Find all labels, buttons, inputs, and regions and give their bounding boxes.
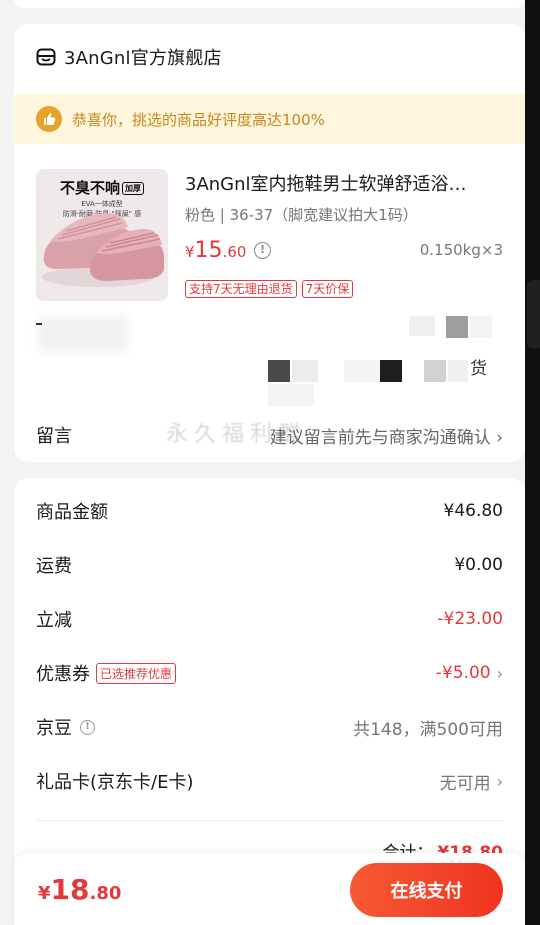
- coupon-label: 优惠券: [36, 664, 90, 685]
- giftcard-label: 礼品卡(京东卡/E卡): [36, 772, 194, 793]
- jingdou-row: 京豆 ! 共148，满500可用: [36, 714, 503, 740]
- discount-row: 立减 -¥23.00: [36, 606, 503, 632]
- giftcard-value-group: 无可用 ›: [440, 769, 503, 794]
- chevron-right-icon: ›: [496, 771, 503, 791]
- redacted-pixel-6: [292, 360, 318, 382]
- note-row[interactable]: 留言 建议留言前先与商家沟通确认 ›: [36, 422, 503, 448]
- goods-amount-label: 商品金额: [36, 502, 108, 523]
- product-image[interactable]: 不臭不响 加厚 EVA一体成型 防滑·耐磨·防臭 "踩屎" 感: [36, 169, 168, 301]
- shop-header[interactable]: 3AnGnl官方旗舰店: [36, 44, 222, 70]
- tag-price-protect: 7天价保: [301, 280, 354, 298]
- coupon-value-group: -¥5.00 ›: [436, 663, 503, 683]
- congrats-text: 恭喜你，挑选的商品好评度高达100%: [72, 110, 325, 129]
- summary-divider: [36, 820, 503, 821]
- redacted-pixel-8: [380, 360, 402, 382]
- coupon-value: -¥5.00: [435, 663, 491, 683]
- pay-online-button[interactable]: 在线支付: [350, 863, 503, 917]
- redacted-pixel-5: [268, 360, 290, 382]
- redacted-pixel-9: [424, 360, 446, 382]
- jingdou-label-group: 京豆 !: [36, 714, 95, 740]
- price-decimal: .60: [222, 243, 247, 261]
- price-integer: 15: [194, 238, 223, 263]
- right-edge-strip: [525, 0, 540, 925]
- giftcard-row[interactable]: 礼品卡(京东卡/E卡) 无可用 ›: [36, 768, 503, 794]
- shipping-label: 运费: [36, 556, 72, 577]
- redacted-pixel-1: [36, 323, 42, 325]
- discount-label: 立减: [36, 610, 72, 631]
- goods-amount-value: ¥46.80: [443, 501, 503, 521]
- goods-amount-row: 商品金额 ¥46.80: [36, 498, 503, 524]
- previous-card-edge: [14, 0, 525, 8]
- chevron-right-icon: ›: [496, 663, 503, 683]
- redacted-pixel-3: [446, 316, 468, 338]
- bottom-total-price: ¥ 18 .80: [38, 873, 121, 906]
- store-icon: [36, 48, 56, 66]
- bottom-pay-bar: ¥ 18 .80 在线支付: [14, 853, 525, 925]
- redacted-pixel-11: [268, 384, 314, 406]
- price-summary-card: 商品金额 ¥46.80 运费 ¥0.00 立减 -¥23.00 优惠券 已选推荐…: [14, 478, 525, 918]
- shipping-value: ¥0.00: [454, 555, 503, 575]
- slipper-illustration: [42, 213, 164, 287]
- redacted-delivery-line-1: [38, 316, 128, 352]
- product-title[interactable]: 3AnGnl室内拖鞋男士软弹舒适浴…: [185, 170, 505, 196]
- price-info-icon[interactable]: !: [254, 242, 271, 259]
- right-edge-handle: [527, 280, 540, 348]
- discount-value: -¥23.00: [437, 609, 503, 629]
- note-label: 留言: [36, 426, 72, 447]
- product-price: ¥ 15 .60: [185, 238, 246, 263]
- shop-name: 3AnGnl官方旗舰店: [64, 48, 222, 69]
- bottom-price-integer: 18: [50, 873, 90, 906]
- jingdou-label: 京豆: [36, 718, 72, 739]
- shop-card: 3AnGnl官方旗舰店 恭喜你，挑选的商品好评度高达100% 不臭不响 加厚 EV…: [14, 24, 525, 462]
- tag-7day-return: 支持7天无理由退货: [185, 280, 297, 298]
- redacted-pixel-10: [448, 360, 468, 382]
- giftcard-value: 无可用: [439, 773, 491, 794]
- redacted-pixel-4: [470, 316, 492, 338]
- bottom-price-symbol: ¥: [38, 883, 51, 904]
- note-hint[interactable]: 建议留言前先与商家沟通确认 ›: [270, 423, 503, 448]
- shipping-row: 运费 ¥0.00: [36, 552, 503, 578]
- product-spec: 粉色 | 36-37（脚宽建议拍大1码）: [185, 206, 418, 224]
- congrats-banner: 恭喜你，挑选的商品好评度高达100%: [14, 94, 525, 144]
- jingdou-info-icon[interactable]: !: [80, 719, 95, 735]
- redacted-pixel-7: [344, 360, 384, 382]
- thumbs-up-icon: [36, 106, 62, 132]
- bottom-price-decimal: .80: [89, 883, 122, 904]
- coupon-recommended-tag: 已选推荐优惠: [96, 662, 177, 684]
- product-weight-quantity: 0.150kg×3: [419, 241, 503, 259]
- service-tags: 支持7天无理由退货 7天价保: [185, 280, 354, 298]
- jingdou-value: 共148，满500可用: [353, 719, 503, 740]
- coupon-label-group: 优惠券 已选推荐优惠: [36, 660, 177, 686]
- redacted-pixel-2: [409, 316, 435, 336]
- delivery-partial-text: 货: [470, 359, 487, 379]
- coupon-row[interactable]: 优惠券 已选推荐优惠 -¥5.00 ›: [36, 660, 503, 686]
- checkout-screen: 3AnGnl官方旗舰店 恭喜你，挑选的商品好评度高达100% 不臭不响 加厚 EV…: [0, 0, 525, 925]
- price-symbol: ¥: [185, 243, 195, 261]
